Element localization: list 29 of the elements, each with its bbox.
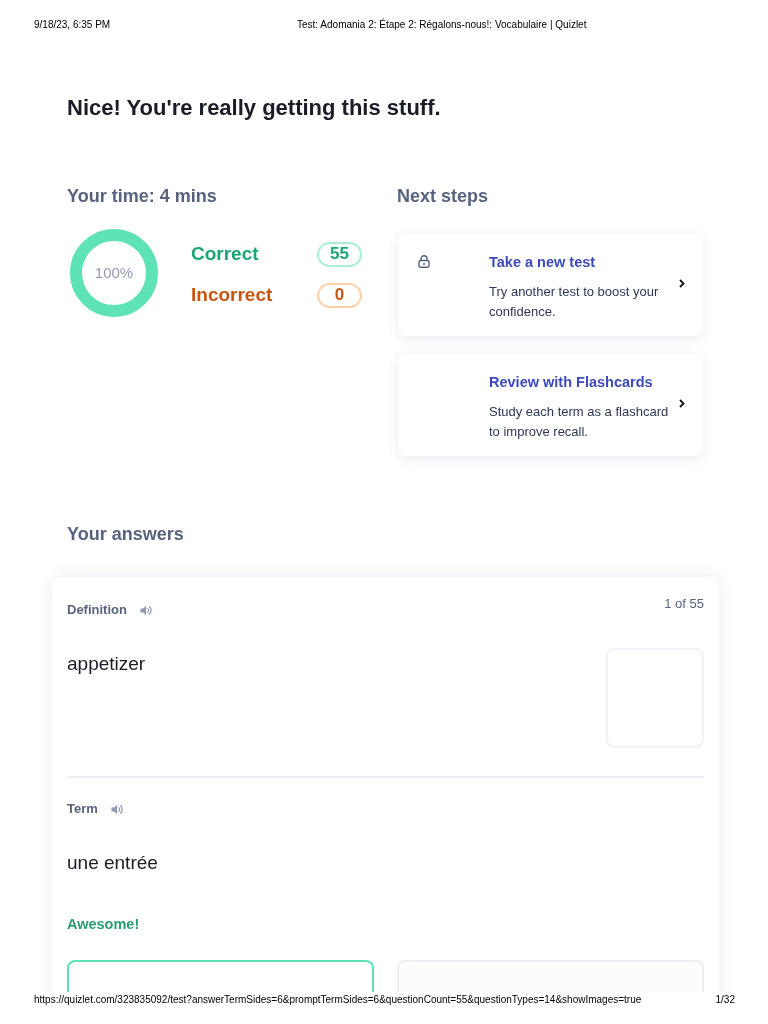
next-step-card[interactable]: Take a new test Try another test to boost your confidence.: [398, 234, 703, 336]
results-heading: Nice! You're really getting this stuff.: [67, 94, 441, 122]
speaker-icon[interactable]: [139, 604, 152, 616]
page-number: 1/32: [715, 993, 735, 1007]
chevron-right-icon: [679, 399, 685, 408]
card-description: Try another test to boost your confidence.: [489, 283, 660, 321]
card-description: Study each term as a flashcard to improve recall.: [489, 403, 670, 441]
score-count: 0: [317, 282, 362, 308]
print-date: 9/18/23, 6:35 PM: [34, 18, 111, 32]
chevron-right-icon: [679, 279, 685, 288]
section-title: Your time: 4 mins: [67, 185, 217, 208]
section-label: Definition: [67, 601, 127, 619]
section-title: Next steps: [397, 185, 489, 208]
section-label: Term: [67, 800, 98, 818]
page-url: https://quizlet.com/323835092/test?answerTermSides=6&promptTermSides=6&questionCount=55&questionTypes=14&showImages=true: [34, 993, 642, 1007]
card-title: Review with Flashcards: [489, 373, 653, 392]
answer-text: une entrée: [67, 851, 158, 875]
question-counter: 1 of 55: [664, 595, 704, 613]
section-title: Your answers: [67, 523, 184, 546]
page-title: Test: Adomania 2: Étape 2: Régalons-nous!: Vocabulaire | Quizlet: [297, 18, 587, 32]
card-title: Take a new test: [489, 253, 596, 272]
answer-text: appetizer: [67, 652, 146, 676]
speaker-icon[interactable]: [110, 803, 123, 815]
progress-percent: 100%: [94, 264, 134, 282]
score-label: Incorrect: [191, 283, 273, 307]
score-count: 55: [317, 241, 362, 267]
next-step-card[interactable]: Review with Flashcards Study each term as a flashcard to improve recall.: [398, 354, 703, 456]
score-label: Correct: [191, 242, 259, 266]
feedback-text: Awesome!: [67, 915, 140, 934]
